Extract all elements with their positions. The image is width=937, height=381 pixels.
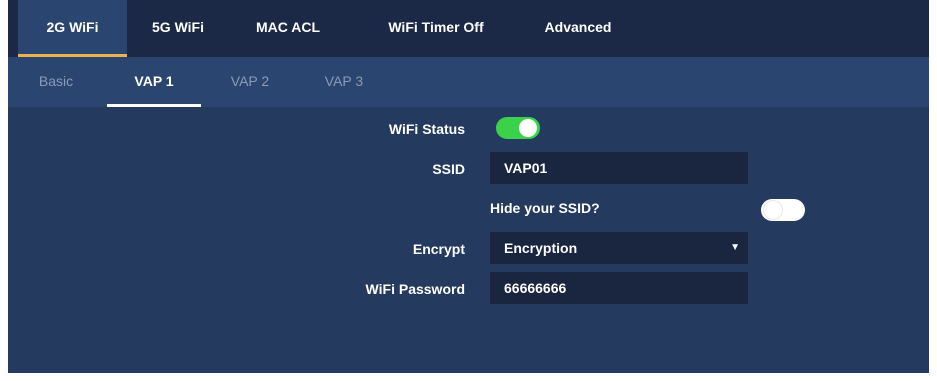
tab-2g-wifi[interactable]: 2G WiFi (18, 0, 127, 57)
tab-vap-2[interactable]: VAP 2 (220, 57, 280, 107)
vap-tab-bar: Basic VAP 1 VAP 2 VAP 3 (8, 57, 929, 107)
encrypt-select[interactable]: Encryption ▼ (490, 232, 748, 264)
tab-advanced[interactable]: Advanced (520, 0, 636, 57)
wifi-password-label: WiFi Password (365, 281, 465, 297)
tab-basic[interactable]: Basic (22, 57, 90, 107)
wifi-status-toggle[interactable] (496, 117, 540, 139)
tab-vap-1[interactable]: VAP 1 (107, 57, 201, 107)
ssid-input[interactable]: VAP01 (490, 152, 748, 184)
tab-wifi-timer-off[interactable]: WiFi Timer Off (366, 0, 506, 57)
tab-vap-3[interactable]: VAP 3 (314, 57, 374, 107)
hide-ssid-label: Hide your SSID? (490, 200, 600, 216)
hide-ssid-toggle[interactable] (761, 199, 805, 221)
tab-mac-acl[interactable]: MAC ACL (246, 0, 330, 57)
tab-5g-wifi[interactable]: 5G WiFi (136, 0, 220, 57)
encrypt-selected-value: Encryption (504, 240, 578, 256)
toggle-knob (519, 119, 537, 137)
ssid-label: SSID (432, 161, 465, 177)
wifi-status-label: WiFi Status (388, 121, 465, 137)
wifi-password-input[interactable]: 66666666 (490, 272, 748, 304)
encrypt-label: Encrypt (412, 241, 465, 257)
toggle-knob (764, 201, 782, 219)
chevron-down-icon: ▼ (730, 242, 740, 253)
top-tab-bar: 2G WiFi 5G WiFi MAC ACL WiFi Timer Off A… (8, 0, 929, 57)
wifi-settings-panel: 2G WiFi 5G WiFi MAC ACL WiFi Timer Off A… (8, 0, 929, 373)
